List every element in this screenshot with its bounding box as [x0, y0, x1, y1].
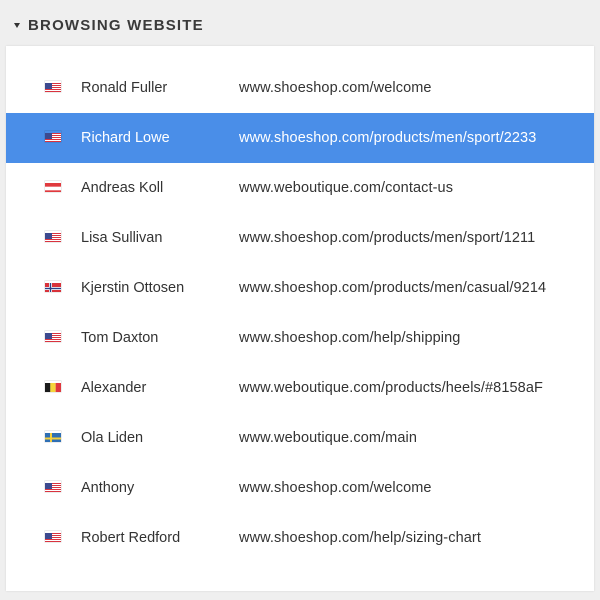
visitor-row[interactable]: Ronald Fuller www.shoeshop.com/welcome	[6, 63, 594, 113]
belgium-flag-icon	[45, 381, 61, 392]
visitor-url: www.weboutique.com/contact-us	[239, 180, 454, 196]
visitor-name: Anthony	[81, 480, 135, 496]
us-flag-icon	[45, 81, 61, 92]
visitor-name: Tom Daxton	[81, 330, 159, 346]
visitor-row[interactable]: Ola Liden www.weboutique.com/main	[6, 413, 594, 463]
visitor-name: Ola Liden	[81, 430, 144, 446]
visitor-row[interactable]: Lisa Sullivan www.shoeshop.com/products/…	[6, 213, 594, 263]
visitor-url: www.shoeshop.com/products/men/sport/2233	[239, 130, 537, 146]
us-flag-icon	[45, 131, 61, 142]
visitor-url: www.shoeshop.com/products/men/sport/1211	[239, 230, 536, 246]
visitor-list-panel: Ronald Fuller www.shoeshop.com/welcome R…	[6, 46, 594, 591]
visitor-row[interactable]: Robert Redford www.shoeshop.com/help/siz…	[6, 513, 594, 563]
visitor-name: Ronald Fuller	[81, 80, 168, 96]
visitor-name: Andreas Koll	[81, 180, 164, 196]
visitor-url: www.shoeshop.com/welcome	[239, 480, 432, 496]
visitor-url: www.weboutique.com/products/heels/#8158a…	[239, 380, 543, 396]
us-flag-icon	[45, 231, 61, 242]
austria-flag-icon	[45, 181, 61, 192]
us-flag-icon	[45, 481, 61, 492]
visitor-name: Alexander	[81, 380, 147, 396]
visitor-row[interactable]: Richard Lowe www.shoeshop.com/products/m…	[6, 113, 594, 163]
us-flag-icon	[45, 331, 61, 342]
norway-flag-icon	[45, 281, 61, 292]
sweden-flag-icon	[45, 431, 61, 442]
caret-down-icon[interactable]	[14, 23, 20, 28]
us-flag-icon	[45, 531, 61, 542]
visitor-url: www.shoeshop.com/welcome	[239, 80, 432, 96]
visitor-row[interactable]: Kjerstin Ottosen www.shoeshop.com/produc…	[6, 263, 594, 313]
visitor-row[interactable]: Andreas Koll www.weboutique.com/contact-…	[6, 163, 594, 213]
visitor-row[interactable]: Tom Daxton www.shoeshop.com/help/shippin…	[6, 313, 594, 363]
visitor-row[interactable]: Alexander www.weboutique.com/products/he…	[6, 363, 594, 413]
visitor-url: www.shoeshop.com/help/shipping	[239, 330, 461, 346]
section-title: BROWSING WEBSITE	[28, 16, 204, 34]
visitor-name: Kjerstin Ottosen	[81, 280, 185, 296]
visitor-url: www.weboutique.com/main	[239, 430, 417, 446]
section-header-browsing-website[interactable]: BROWSING WEBSITE	[14, 14, 204, 36]
visitor-name: Lisa Sullivan	[81, 230, 163, 246]
visitor-row[interactable]: Anthony www.shoeshop.com/welcome	[6, 463, 594, 513]
visitor-url: www.shoeshop.com/products/men/casual/921…	[239, 280, 547, 296]
visitor-url: www.shoeshop.com/help/sizing-chart	[239, 530, 481, 546]
visitor-list: Ronald Fuller www.shoeshop.com/welcome R…	[6, 63, 594, 563]
visitor-name: Robert Redford	[81, 530, 181, 546]
visitor-name: Richard Lowe	[81, 130, 170, 146]
